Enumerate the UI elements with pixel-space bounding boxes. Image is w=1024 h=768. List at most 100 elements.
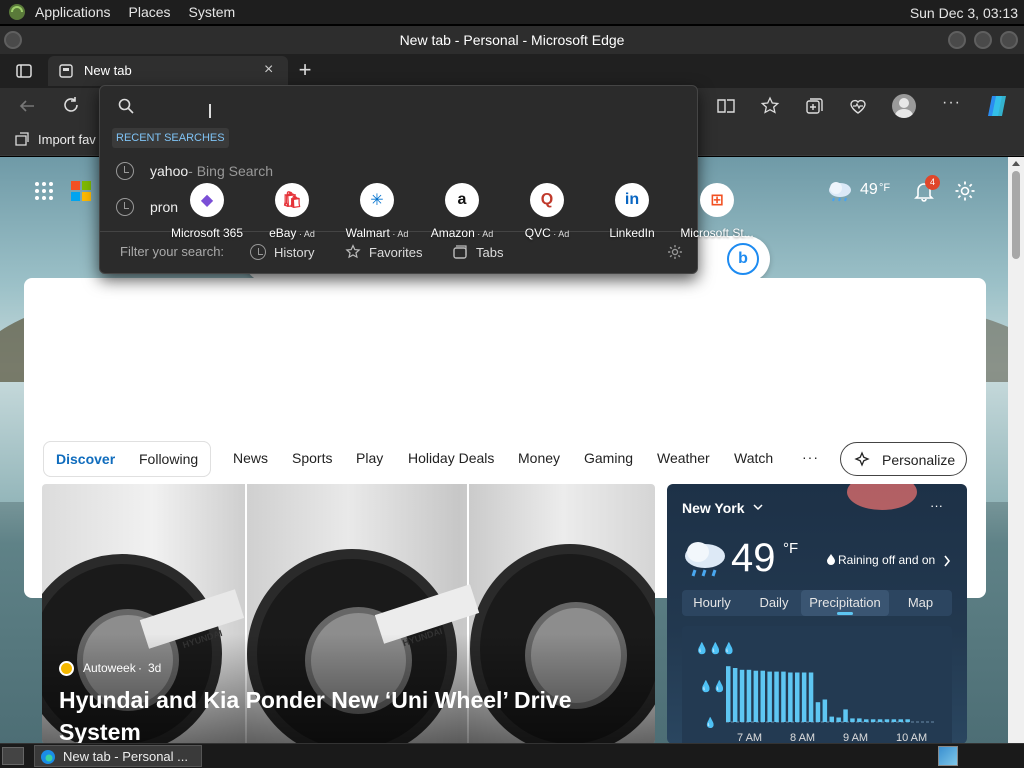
close-window-button[interactable] <box>1000 31 1018 49</box>
minimize-button[interactable] <box>948 31 966 49</box>
import-favorites-link[interactable]: Import fav <box>38 132 96 147</box>
news-age: 3d <box>148 661 162 675</box>
settings-more-icon[interactable]: ··· <box>942 94 961 112</box>
collections-icon[interactable] <box>804 96 824 116</box>
tab-following[interactable]: Following <box>139 451 198 467</box>
page-settings-gear-icon[interactable] <box>954 180 976 202</box>
window-menu-button[interactable] <box>4 31 22 49</box>
weather-location[interactable]: New York <box>682 500 745 516</box>
feed-nav-weather[interactable]: Weather <box>657 450 710 466</box>
location-chevron-down-icon[interactable] <box>753 504 763 512</box>
feed-nav-gaming[interactable]: Gaming <box>584 450 633 466</box>
news-source[interactable]: Autoweek <box>83 661 136 675</box>
quick-link[interactable]: ◆ Microsoft 365 <box>162 183 252 240</box>
precip-bar <box>877 719 883 722</box>
feed-nav-money[interactable]: Money <box>518 450 560 466</box>
scroll-up-arrow-icon[interactable] <box>1012 160 1020 166</box>
tab-actions-icon[interactable] <box>12 60 36 82</box>
import-favorites-icon[interactable] <box>14 131 30 147</box>
quick-link-name: Microsoft St... <box>680 226 754 240</box>
feed-nav-holiday-deals[interactable]: Holiday Deals <box>408 450 494 466</box>
precip-bar <box>739 669 745 722</box>
weather-tab-precipitation[interactable]: Precipitation <box>801 590 889 616</box>
menu-system[interactable]: System <box>180 4 245 20</box>
feed-nav-play[interactable]: Play <box>356 450 383 466</box>
profile-avatar[interactable] <box>892 94 916 118</box>
precip-bar <box>829 716 834 722</box>
address-input[interactable] <box>150 92 650 118</box>
menu-applications[interactable]: Applications <box>26 4 120 20</box>
active-tab-indicator <box>837 612 853 615</box>
refresh-icon[interactable] <box>62 96 80 114</box>
bing-chat-icon[interactable]: b <box>727 243 759 275</box>
quick-link-logo-icon: a <box>445 183 479 217</box>
copilot-icon[interactable] <box>984 94 1010 118</box>
header-weather-widget[interactable]: 49 °F <box>826 178 896 204</box>
new-tab-button[interactable]: + <box>292 57 318 82</box>
apps-launcher-icon[interactable] <box>34 181 54 201</box>
personalize-sparkle-icon <box>854 451 870 467</box>
quick-link-ad-tag: · Ad <box>474 229 494 239</box>
show-desktop-icon[interactable] <box>2 747 24 765</box>
quick-link[interactable]: in LinkedIn <box>587 183 677 240</box>
mate-logo-icon[interactable] <box>8 3 26 21</box>
rain-cloud-icon <box>829 182 851 202</box>
maximize-button[interactable] <box>974 31 992 49</box>
page-scrollbar[interactable] <box>1008 157 1024 743</box>
header-weather-temp: 49 <box>860 181 878 198</box>
browser-essentials-icon[interactable] <box>848 96 868 116</box>
notifications-button[interactable]: 4 <box>913 175 940 204</box>
window-title-bar[interactable]: New tab - Personal - Microsoft Edge <box>0 26 1024 54</box>
weather-rain-cloud-icon <box>685 542 725 577</box>
personalize-button[interactable]: Personalize <box>840 442 967 476</box>
precip-bar <box>795 672 800 722</box>
workspace-switcher-icon[interactable] <box>938 746 958 766</box>
system-clock[interactable]: Sun Dec 3, 03:13 <box>910 5 1018 21</box>
weather-tab-daily[interactable]: Daily <box>744 590 804 616</box>
search-icon <box>118 98 134 114</box>
new-tab-page-icon <box>59 64 73 78</box>
precip-bar <box>732 668 738 722</box>
tab-discover[interactable]: Discover <box>56 451 115 467</box>
condition-chevron-right-icon[interactable] <box>943 555 951 567</box>
filter-tabs[interactable]: Tabs <box>452 244 503 260</box>
weather-more-icon[interactable]: ··· <box>930 498 943 513</box>
quick-link-ad-tag: · Ad <box>550 229 570 239</box>
quick-link-logo-icon: ⊞ <box>700 183 734 217</box>
precip-bar <box>864 719 869 722</box>
news-headline[interactable]: Hyundai and Kia Ponder New ‘Uni Wheel’ D… <box>59 684 639 744</box>
quick-link-label: Amazon · Ad <box>417 226 507 240</box>
weather-tab-map[interactable]: Map <box>889 590 952 616</box>
scrollbar-thumb[interactable] <box>1012 171 1020 259</box>
feed-nav-watch[interactable]: Watch <box>734 450 773 466</box>
reading-view-icon[interactable] <box>716 96 736 116</box>
quick-link-name: eBay <box>269 226 297 240</box>
quick-link-label: eBay · Ad <box>247 226 337 240</box>
quick-link[interactable]: ⊞ Microsoft St... <box>672 183 762 240</box>
quick-link[interactable]: ✳ Walmart · Ad <box>332 183 422 240</box>
favorites-star-icon[interactable] <box>760 96 780 116</box>
moderate-rain-icon: 💧💧 <box>699 681 727 693</box>
feed-more-categories[interactable]: ··· <box>802 449 819 465</box>
quick-link[interactable]: 🛍 eBay · Ad <box>247 183 337 240</box>
news-card[interactable]: HYUNDAI HYUNDAI Autoweek · 3d Hyundai an… <box>42 484 655 744</box>
quick-link-name: LinkedIn <box>609 226 655 240</box>
weather-tab-hourly[interactable]: Hourly <box>682 590 742 616</box>
back-arrow-icon[interactable] <box>18 97 36 115</box>
quick-link[interactable]: a Amazon · Ad <box>417 183 507 240</box>
search-settings-gear-icon[interactable] <box>667 244 683 260</box>
weather-card[interactable]: New York ··· 49 °F Raining off and on 💧💧… <box>667 484 967 744</box>
tab-new-tab[interactable]: New tab × <box>48 56 288 86</box>
quick-link[interactable]: Q QVC · Ad <box>502 183 592 240</box>
feed-nav-sports[interactable]: Sports <box>292 450 332 466</box>
quick-link-logo-icon: ◆ <box>190 183 224 217</box>
precip-bar <box>726 666 731 722</box>
filter-favorites[interactable]: Favorites <box>345 244 422 260</box>
tab-close-icon[interactable]: × <box>264 61 273 79</box>
taskbar-window-button[interactable]: New tab - Personal ... <box>34 745 202 767</box>
filter-history[interactable]: History <box>250 244 314 260</box>
precip-bar <box>905 719 910 722</box>
menu-places[interactable]: Places <box>120 4 180 20</box>
feed-nav-news[interactable]: News <box>233 450 268 466</box>
edge-browser-icon <box>41 750 55 764</box>
